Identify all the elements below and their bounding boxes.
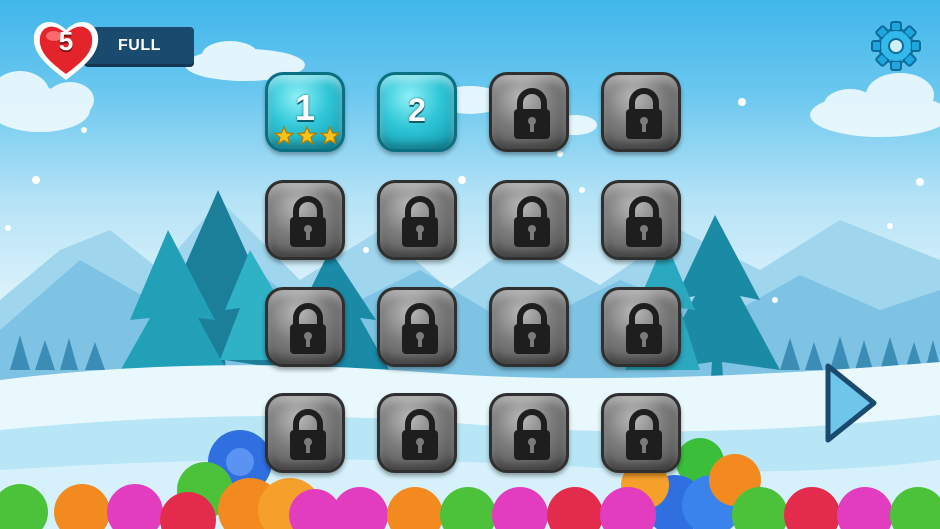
lock-icon	[626, 88, 662, 139]
lock-icon	[290, 409, 326, 460]
lock-icon	[290, 303, 326, 354]
level-button-locked[interactable]	[601, 393, 681, 473]
lock-icon	[402, 303, 438, 354]
lock-icon	[514, 409, 550, 460]
lives-status-text: FULL	[118, 37, 161, 54]
lock-icon	[402, 196, 438, 247]
lock-icon	[402, 409, 438, 460]
level-button-2[interactable]: 2	[377, 72, 457, 152]
lock-icon	[626, 196, 662, 247]
lock-icon	[626, 303, 662, 354]
star-icon	[296, 125, 318, 146]
level-button-locked[interactable]	[489, 180, 569, 260]
level-button-locked[interactable]	[265, 287, 345, 367]
level-button-locked[interactable]	[489, 72, 569, 152]
star-icon	[319, 125, 341, 146]
lock-icon	[626, 409, 662, 460]
lock-icon	[290, 196, 326, 247]
lock-icon	[514, 196, 550, 247]
level-button-locked[interactable]	[377, 393, 457, 473]
lives-count: 5	[58, 26, 74, 56]
level-button-locked[interactable]	[489, 393, 569, 473]
level-button-locked[interactable]	[265, 393, 345, 473]
gear-icon[interactable]	[870, 20, 922, 72]
next-page-arrow-icon[interactable]	[820, 360, 882, 446]
level-button-locked[interactable]	[377, 180, 457, 260]
star-rating	[274, 125, 341, 146]
level-button-locked[interactable]	[377, 287, 457, 367]
lock-icon	[514, 303, 550, 354]
level-button-locked[interactable]	[601, 287, 681, 367]
level-button-locked[interactable]	[601, 72, 681, 152]
level-button-locked[interactable]	[489, 287, 569, 367]
level-number: 2	[408, 92, 426, 128]
winter-background	[0, 41, 940, 529]
star-icon	[274, 125, 295, 146]
level-button-locked[interactable]	[601, 180, 681, 260]
lock-icon	[514, 88, 550, 139]
level-number: 1	[294, 87, 316, 128]
level-button-1[interactable]: 1	[265, 72, 345, 152]
level-button-locked[interactable]	[265, 180, 345, 260]
